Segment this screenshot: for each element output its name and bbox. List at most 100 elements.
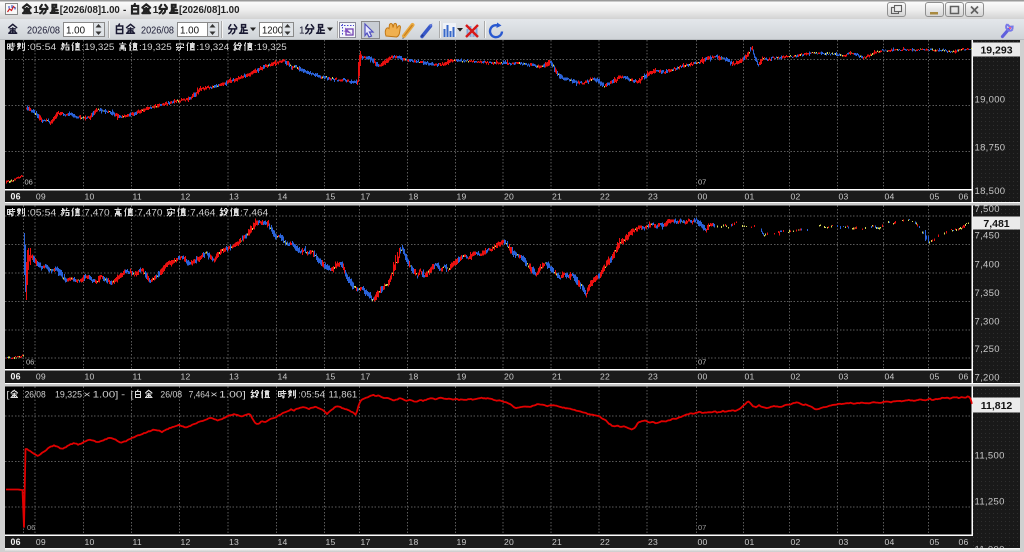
svg-text:7,200: 7,200 <box>975 373 1000 384</box>
svg-text:04: 04 <box>885 192 895 202</box>
svg-text::19,325: :19,325 <box>254 42 287 52</box>
svg-text:00: 00 <box>698 372 708 382</box>
svg-text:18: 18 <box>409 537 419 547</box>
svg-text:20: 20 <box>504 537 514 547</box>
svg-text:14: 14 <box>278 372 288 382</box>
svg-text:7,300: 7,300 <box>975 317 1000 328</box>
svg-text:1: 1 <box>299 26 305 37</box>
svg-text:06: 06 <box>11 372 21 382</box>
svg-text:1.00]: 1.00] <box>219 389 246 399</box>
svg-text:00: 00 <box>698 192 708 202</box>
svg-text:17: 17 <box>361 192 371 202</box>
svg-text:04: 04 <box>885 537 895 547</box>
svg-text:10: 10 <box>85 537 95 547</box>
svg-text:23: 23 <box>648 192 658 202</box>
svg-text:1: 1 <box>33 5 39 16</box>
svg-text:09: 09 <box>36 192 46 202</box>
svg-text:2026/08: 2026/08 <box>27 26 60 37</box>
svg-text:12: 12 <box>181 537 191 547</box>
svg-text:02: 02 <box>791 372 801 382</box>
svg-text:×: × <box>210 389 218 399</box>
svg-text:20: 20 <box>504 192 514 202</box>
svg-text:22: 22 <box>600 372 610 382</box>
svg-text:7,350: 7,350 <box>975 288 1000 299</box>
svg-text:1.00: 1.00 <box>66 26 85 37</box>
svg-text:06: 06 <box>26 357 34 366</box>
svg-text::05:54: :05:54 <box>27 42 56 52</box>
svg-text:-: - <box>123 5 126 16</box>
svg-text:19,325: 19,325 <box>55 389 82 399</box>
svg-text:-: - <box>121 389 125 399</box>
svg-text:19: 19 <box>457 192 467 202</box>
svg-text:1200: 1200 <box>262 26 283 37</box>
svg-text:1: 1 <box>153 5 159 16</box>
svg-text:19,293: 19,293 <box>980 44 1012 56</box>
svg-text::7,470: :7,470 <box>82 207 110 217</box>
svg-text:14: 14 <box>278 192 288 202</box>
svg-text:02: 02 <box>791 192 801 202</box>
svg-text:18,500: 18,500 <box>975 186 1006 197</box>
svg-text:7,400: 7,400 <box>975 260 1000 271</box>
svg-text:06: 06 <box>27 523 35 532</box>
svg-text:7,500: 7,500 <box>975 204 1000 215</box>
svg-text:05: 05 <box>930 192 940 202</box>
svg-text::19,324: :19,324 <box>196 42 229 52</box>
svg-text::05:54: :05:54 <box>298 389 325 399</box>
svg-text:20: 20 <box>504 372 514 382</box>
svg-text:13: 13 <box>229 192 239 202</box>
svg-text:12: 12 <box>181 372 191 382</box>
svg-text:23: 23 <box>648 537 658 547</box>
svg-text:03: 03 <box>839 372 849 382</box>
svg-text:18: 18 <box>409 192 419 202</box>
svg-text:19,000: 19,000 <box>975 95 1006 106</box>
svg-text:01: 01 <box>745 372 755 382</box>
svg-text::05:54: :05:54 <box>27 207 56 217</box>
svg-text:11,500: 11,500 <box>975 451 1005 462</box>
svg-text:07: 07 <box>698 357 706 366</box>
svg-text:7,464: 7,464 <box>189 389 210 399</box>
svg-text:15: 15 <box>326 372 336 382</box>
svg-text::7,470: :7,470 <box>134 207 162 217</box>
svg-text:18: 18 <box>409 372 419 382</box>
svg-text:14: 14 <box>278 537 288 547</box>
svg-text:06: 06 <box>959 192 969 202</box>
svg-text:11: 11 <box>133 537 142 547</box>
svg-text:05: 05 <box>930 537 940 547</box>
svg-text:22: 22 <box>600 192 610 202</box>
svg-text:01: 01 <box>745 537 755 547</box>
svg-text:03: 03 <box>839 537 849 547</box>
svg-text:21: 21 <box>552 537 562 547</box>
svg-text:[2026/08]1.00: [2026/08]1.00 <box>179 5 240 16</box>
svg-text:07: 07 <box>698 177 706 186</box>
svg-text:2026/08: 2026/08 <box>141 26 174 37</box>
svg-text::19,325: :19,325 <box>82 42 115 52</box>
svg-text:17: 17 <box>361 537 371 547</box>
svg-text:7,250: 7,250 <box>975 344 1000 355</box>
svg-text:04: 04 <box>885 372 895 382</box>
svg-text:00: 00 <box>698 537 708 547</box>
svg-text:15: 15 <box>326 192 336 202</box>
svg-text:18,750: 18,750 <box>975 143 1006 154</box>
svg-text:10: 10 <box>85 372 95 382</box>
svg-text:22: 22 <box>600 537 610 547</box>
svg-text:06: 06 <box>11 537 21 547</box>
svg-text:02: 02 <box>791 537 801 547</box>
svg-text:03: 03 <box>839 192 849 202</box>
svg-text::19,325: :19,325 <box>139 42 172 52</box>
svg-text:06: 06 <box>959 537 969 547</box>
svg-text:05: 05 <box>930 372 940 382</box>
svg-text:10: 10 <box>85 192 95 202</box>
svg-text:26/08: 26/08 <box>25 389 46 399</box>
svg-text:12: 12 <box>181 192 191 202</box>
svg-text:11: 11 <box>133 372 142 382</box>
svg-text:13: 13 <box>229 537 239 547</box>
svg-text:06: 06 <box>959 372 969 382</box>
svg-text:26/08: 26/08 <box>160 389 182 399</box>
svg-text:11,812: 11,812 <box>981 400 1013 412</box>
svg-text:1.00]: 1.00] <box>93 389 119 399</box>
svg-text:07: 07 <box>698 523 706 532</box>
svg-text:13: 13 <box>229 372 239 382</box>
svg-text:17: 17 <box>361 372 371 382</box>
svg-text:09: 09 <box>36 537 46 547</box>
svg-text:19: 19 <box>457 537 467 547</box>
